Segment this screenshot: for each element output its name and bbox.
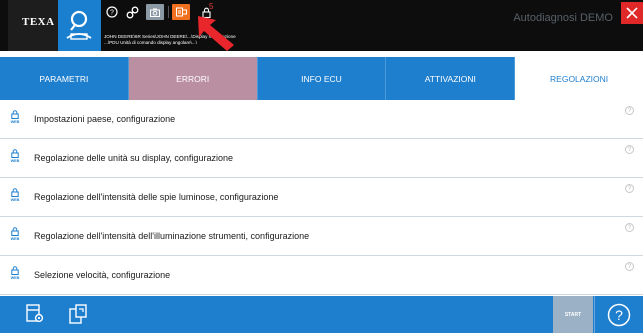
- tab-errori[interactable]: ERRORI: [128, 57, 258, 100]
- tab-attivazioni[interactable]: ATTIVAZIONI: [386, 57, 516, 100]
- diagnosis-icon: [66, 10, 92, 40]
- lock-count-badge: 5: [209, 2, 214, 11]
- device-sync-icon[interactable]: [68, 304, 88, 324]
- tab-bar: PARAMETRI ERRORI INFO ECU ATTIVAZIONI RE…: [0, 57, 643, 100]
- list-item[interactable]: WEB Regolazione delle unità su display, …: [0, 139, 643, 178]
- web-lock-icon: WEB: [7, 227, 23, 247]
- tab-info-ecu[interactable]: INFO ECU: [258, 57, 387, 100]
- web-lock-icon: WEB: [7, 149, 23, 169]
- list-item[interactable]: WEB Regolazione dell'intensità delle spi…: [0, 178, 643, 217]
- help-icon[interactable]: ?: [104, 4, 120, 20]
- toolbar-divider: [168, 6, 169, 18]
- close-button[interactable]: [621, 2, 643, 24]
- svg-text:?: ?: [110, 10, 114, 17]
- web-lock-icon: WEB: [7, 110, 23, 130]
- help-icon: ?: [607, 303, 631, 326]
- start-button[interactable]: START: [553, 296, 593, 333]
- info-icon[interactable]: ?: [625, 223, 634, 232]
- web-badge: WEB: [10, 237, 20, 241]
- list-item-label: Regolazione dell'intensità dell'illumina…: [34, 231, 310, 241]
- camera-icon[interactable]: [146, 4, 164, 20]
- settings-report-icon[interactable]: [26, 304, 44, 324]
- list-item-label: Selezione velocità, configurazione: [34, 270, 171, 280]
- link-icon[interactable]: [124, 4, 140, 20]
- list-item[interactable]: WEB Impostazioni paese, configurazione ?: [0, 100, 643, 139]
- web-lock-icon: WEB: [7, 188, 23, 208]
- web-badge: WEB: [10, 276, 20, 280]
- web-lock-icon: WEB: [7, 266, 23, 286]
- info-icon[interactable]: ?: [625, 106, 634, 115]
- help-button[interactable]: ?: [594, 296, 643, 333]
- list-item[interactable]: WEB Regolazione dell'intensità dell'illu…: [0, 217, 643, 256]
- info-icon[interactable]: ?: [625, 145, 634, 154]
- red-arrow-annotation: [198, 16, 234, 51]
- tab-regolazioni[interactable]: REGOLAZIONI: [515, 57, 643, 100]
- top-bar: TEXA ? 5 JOHN DEERE\6R Series\JOHN DEERE…: [0, 0, 643, 51]
- web-badge: WEB: [10, 159, 20, 163]
- list-item-label: Regolazione delle unità su display, conf…: [34, 153, 233, 163]
- adjustments-list: WEB Impostazioni paese, configurazione ?…: [0, 100, 643, 296]
- tab-parametri[interactable]: PARAMETRI: [0, 57, 129, 100]
- logo-text: TEXA: [22, 16, 55, 28]
- close-icon: [626, 7, 638, 19]
- info-icon[interactable]: ?: [625, 262, 634, 271]
- texa-logo: TEXA: [8, 0, 58, 51]
- ecu-icon[interactable]: [172, 4, 190, 20]
- diagnosis-button[interactable]: [58, 0, 101, 51]
- list-item-label: Regolazione dell'intensità delle spie lu…: [34, 192, 279, 202]
- web-badge: WEB: [10, 120, 20, 124]
- app-title: Autodiagnosi DEMO: [513, 12, 613, 24]
- path-line-2: ...\PDU Unità di comando display angolar…: [104, 39, 197, 45]
- svg-text:?: ?: [615, 307, 623, 323]
- list-item[interactable]: WEB Selezione velocità, configurazione ?: [0, 256, 643, 295]
- web-badge: WEB: [10, 198, 20, 202]
- info-icon[interactable]: ?: [625, 184, 634, 193]
- bottom-bar: [0, 296, 643, 333]
- list-item-label: Impostazioni paese, configurazione: [34, 114, 176, 124]
